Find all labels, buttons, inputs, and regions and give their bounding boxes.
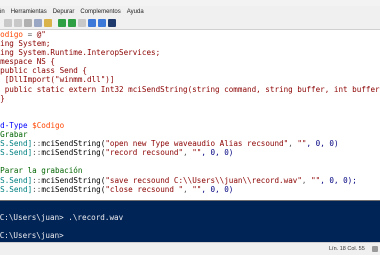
- code-token: mciSendString(: [41, 139, 106, 149]
- console-pane[interactable]: PS C:\Users\juan> .\record.wav PS C:\User…: [0, 200, 380, 243]
- code-token: # Parar la grabación: [0, 166, 83, 176]
- undo-icon[interactable]: [4, 19, 12, 27]
- code-token: ::: [32, 184, 42, 194]
- code-token: using System.Runtime.InteropServices;: [0, 48, 161, 58]
- code-token: "": [297, 139, 307, 149]
- code-token: "save recsound C:\\Users\\juan\\record.w…: [105, 175, 302, 185]
- code-token: [NS.Send]: [0, 175, 33, 185]
- new-remote-tab-icon[interactable]: [98, 19, 106, 27]
- code-token: ::: [32, 139, 42, 149]
- code-token: "": [311, 175, 321, 185]
- script-editor[interactable]: $Codigo = @"using System;using System.Ru…: [0, 30, 380, 200]
- code-token: $Codigo: [32, 120, 65, 130]
- code-token: ,: [183, 148, 193, 158]
- code-line: public static extern Int32 mciSendString…: [0, 85, 380, 94]
- code-token: , 0, 0);: [320, 175, 357, 185]
- copy-icon[interactable]: [34, 19, 42, 27]
- code-line: public class Send {: [0, 66, 380, 75]
- code-token: [NS.Send]: [0, 184, 33, 194]
- paste-icon[interactable]: [44, 19, 52, 27]
- code-token: , 0, 0): [201, 184, 234, 194]
- menu-item-addons[interactable]: Complementos: [78, 9, 124, 15]
- code-token: $Codigo: [0, 30, 24, 39]
- code-line: # Grabar: [0, 130, 380, 139]
- code-line: [NS.Send]::mciSendString("open new Type …: [0, 139, 380, 148]
- code-token: "": [192, 184, 202, 194]
- code-line: using System.Runtime.InteropServices;: [0, 48, 380, 57]
- run-selection-icon[interactable]: [68, 19, 76, 27]
- code-line: }: [0, 94, 380, 103]
- code-token: ::: [32, 148, 42, 158]
- code-token: "open new Type waveaudio Alias recsound": [105, 139, 289, 149]
- console-line: PS C:\Users\juan>: [0, 231, 64, 240]
- console-line: PS C:\Users\juan> .\record.wav: [0, 213, 124, 222]
- code-token: public class Send {: [0, 66, 88, 76]
- code-token: # Grabar: [0, 130, 28, 140]
- code-token: @": [36, 30, 46, 39]
- zoom-indicator[interactable]: [372, 246, 378, 252]
- code-token: ,: [288, 139, 298, 149]
- code-token: , 0, 0): [201, 148, 234, 158]
- code-token: Add-Type: [0, 120, 28, 130]
- cursor-position: Lín. 18 Col. 55: [329, 246, 365, 252]
- code-line: }: [0, 103, 380, 112]
- code-token: using System;: [0, 39, 51, 49]
- code-token: ,: [183, 184, 193, 194]
- code-token: , 0, 0): [306, 139, 339, 149]
- code-token: "close recsound ": [105, 184, 184, 194]
- cut-icon[interactable]: [24, 19, 32, 27]
- menu-item-tools[interactable]: Herramientas: [9, 9, 51, 15]
- code-line: [NS.Send]::mciSendString("record recsoun…: [0, 148, 380, 157]
- code-line: $Codigo = @": [0, 30, 380, 39]
- code-line: # Parar la grabación: [0, 166, 380, 175]
- code-token: [NS.Send]: [0, 139, 33, 149]
- code-token: "record recsound": [105, 148, 184, 158]
- code-token: }: [0, 93, 5, 103]
- redo-icon[interactable]: [14, 19, 22, 27]
- console-icon[interactable]: [108, 19, 116, 27]
- code-token: =: [23, 30, 37, 39]
- code-token: mciSendString(: [41, 175, 106, 185]
- run-icon[interactable]: [58, 19, 66, 27]
- code-line: [NS.Send]::mciSendString("close recsound…: [0, 185, 380, 194]
- menu-item-help[interactable]: Ayuda: [125, 9, 148, 15]
- code-line: [NS.Send]::mciSendString("save recsound …: [0, 176, 380, 185]
- menu-bar: ón Herramientas Depurar Complementos Ayu…: [0, 6, 380, 17]
- code-token: "": [192, 148, 202, 158]
- code-line: using System;: [0, 39, 380, 48]
- code-token: mciSendString(: [41, 148, 106, 158]
- code-token: mciSendString(: [41, 184, 106, 194]
- status-bar: Lín. 18 Col. 55: [0, 242, 380, 255]
- menu-item-view[interactable]: ón: [0, 9, 9, 15]
- stop-icon[interactable]: [78, 19, 86, 27]
- code-token: namespace NS {: [0, 57, 56, 67]
- code-line: namespace NS {: [0, 57, 380, 66]
- debug-icon[interactable]: [88, 19, 96, 27]
- code-line: [DllImport("winmm.dll")]: [0, 75, 380, 84]
- code-line: Add-Type $Codigo: [0, 121, 380, 130]
- menu-item-debug[interactable]: Depurar: [51, 9, 79, 15]
- code-token: [DllImport("winmm.dll")]: [0, 75, 115, 85]
- code-token: ::: [32, 175, 42, 185]
- code-token: public static extern Int32 mciSendString…: [0, 84, 380, 94]
- code-token: ,: [301, 175, 312, 185]
- toolbar: [0, 17, 380, 30]
- code-token: [NS.Send]: [0, 148, 33, 158]
